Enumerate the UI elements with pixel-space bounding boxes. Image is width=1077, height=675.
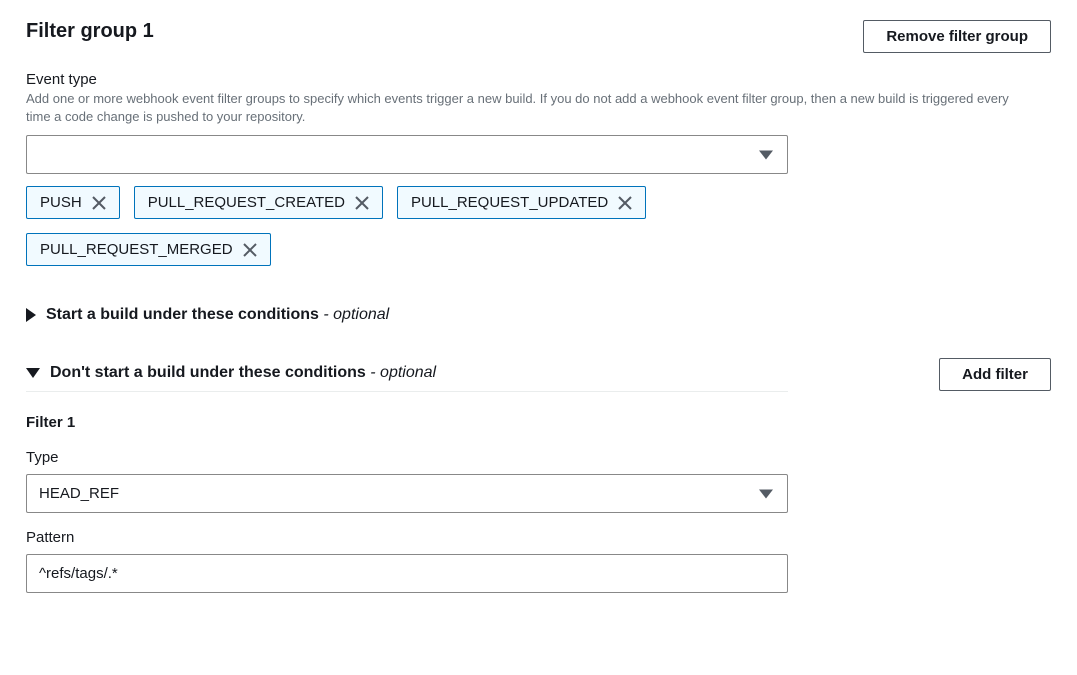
chip-pull-request-updated: PULL_REQUEST_UPDATED [397, 186, 646, 219]
close-icon[interactable] [243, 243, 257, 257]
chip-label: PULL_REQUEST_UPDATED [411, 194, 608, 211]
dont-start-conditions-toggle[interactable]: Don't start a build under these conditio… [26, 358, 788, 388]
caret-right-icon [26, 308, 36, 322]
filter-pattern-input[interactable] [26, 554, 788, 593]
caret-down-icon [759, 489, 773, 498]
filter-pattern-label: Pattern [26, 529, 1051, 546]
event-type-label: Event type [26, 71, 1051, 88]
event-type-select[interactable] [26, 135, 788, 174]
divider [26, 391, 788, 392]
chip-label: PULL_REQUEST_CREATED [148, 194, 345, 211]
close-icon[interactable] [92, 196, 106, 210]
close-icon[interactable] [355, 196, 369, 210]
event-type-field: Event type Add one or more webhook event… [26, 71, 1051, 266]
filter-1-heading: Filter 1 [26, 414, 1051, 431]
add-filter-button[interactable]: Add filter [939, 358, 1051, 391]
chip-pull-request-created: PULL_REQUEST_CREATED [134, 186, 383, 219]
chip-pull-request-merged: PULL_REQUEST_MERGED [26, 233, 271, 266]
start-conditions-toggle[interactable]: Start a build under these conditions - o… [26, 300, 788, 330]
filter-type-label: Type [26, 449, 1051, 466]
remove-filter-group-button[interactable]: Remove filter group [863, 20, 1051, 53]
caret-down-icon [759, 150, 773, 159]
dont-start-conditions-label: Don't start a build under these conditio… [50, 364, 436, 382]
filter-type-value: HEAD_REF [39, 485, 119, 502]
chip-push: PUSH [26, 186, 120, 219]
start-conditions-label: Start a build under these conditions - o… [46, 306, 389, 324]
filter-group-title: Filter group 1 [26, 20, 154, 43]
caret-down-icon [26, 368, 40, 378]
filter-type-select[interactable]: HEAD_REF [26, 474, 788, 513]
chip-label: PUSH [40, 194, 82, 211]
event-type-help: Add one or more webhook event filter gro… [26, 90, 1026, 125]
chip-label: PULL_REQUEST_MERGED [40, 241, 233, 258]
event-type-chips: PUSH PULL_REQUEST_CREATED PULL_REQUEST_U… [26, 186, 788, 266]
close-icon[interactable] [618, 196, 632, 210]
